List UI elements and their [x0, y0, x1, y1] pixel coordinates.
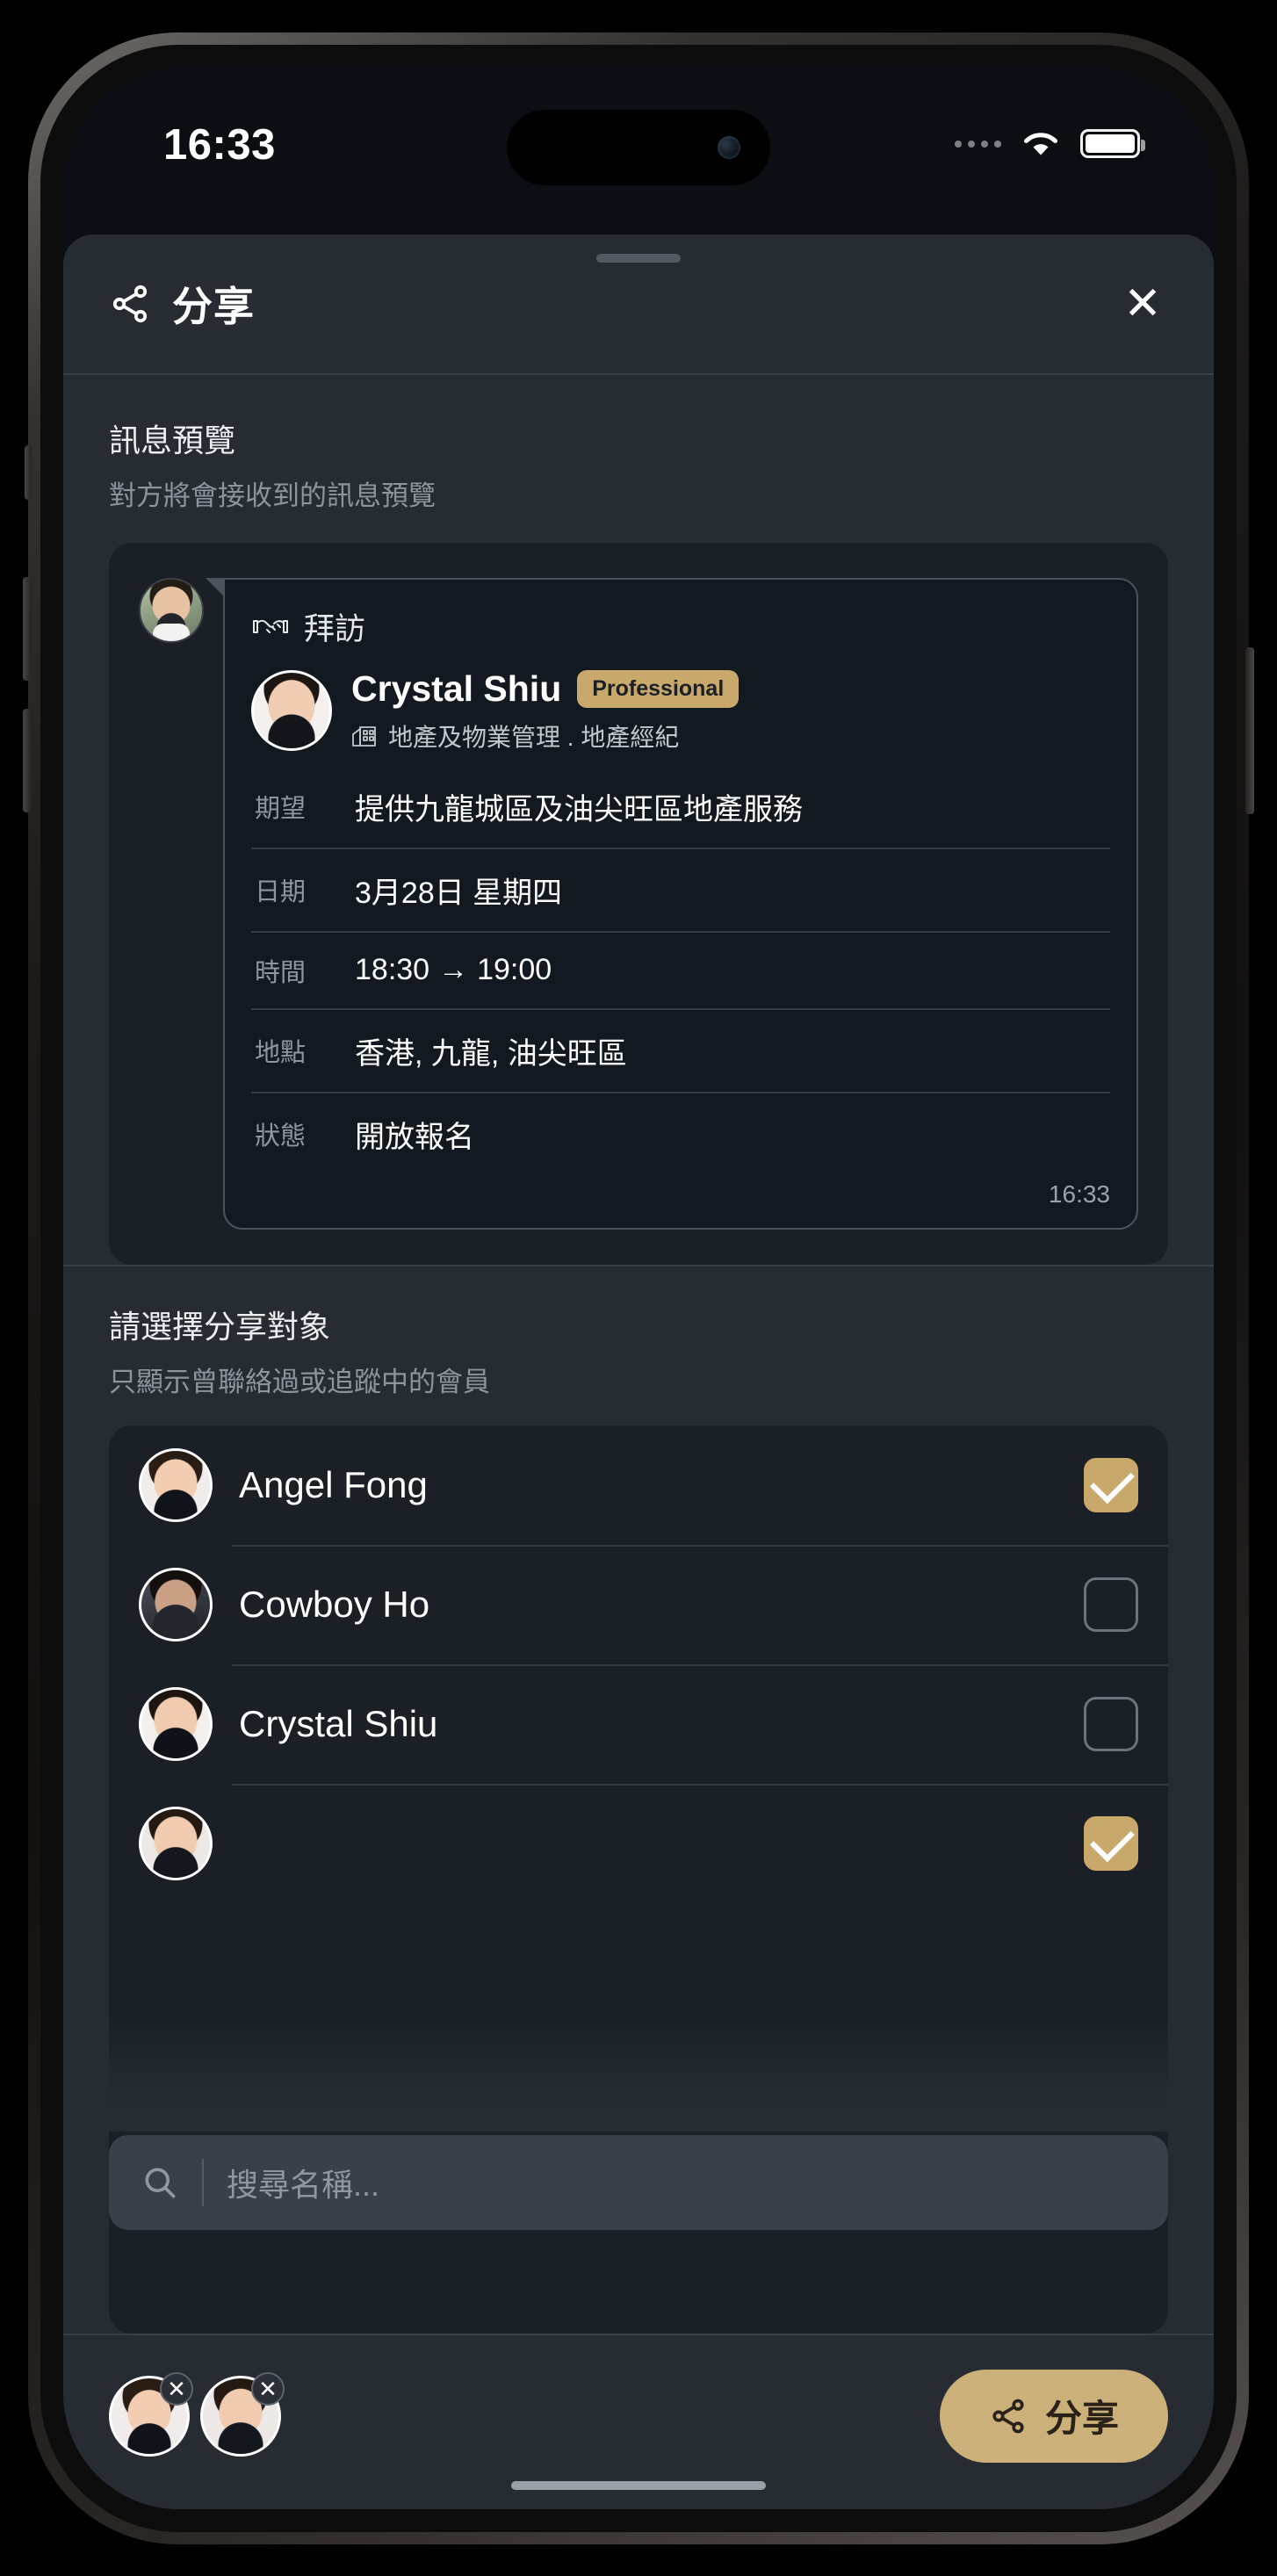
targets-subtitle: 只顯示曾聯絡過或追蹤中的會員	[109, 1366, 490, 1397]
phone-frame: 16:33 分享 ✕ 訊息預覽 對方將會接收到的訊息預覽 拜訪 Crystal …	[23, 32, 1254, 2544]
dynamic-island	[507, 109, 770, 185]
search-container: 搜尋名稱...	[109, 2134, 1168, 2230]
front-camera-icon	[718, 135, 740, 159]
share-targets-section: 請選擇分享對象 只顯示曾聯絡過或追蹤中的會員 Angel Fong Cowboy…	[63, 1264, 1214, 2334]
selected-chip[interactable]: ✕	[109, 2371, 193, 2457]
volume-down-button[interactable]	[23, 708, 32, 812]
silent-switch[interactable]	[25, 444, 32, 500]
detail-row: 地點 香港, 九龍, 油尖旺區	[251, 1007, 1110, 1092]
close-icon[interactable]: ✕	[1117, 278, 1168, 329]
wifi-icon	[1021, 129, 1061, 159]
detail-row: 狀態 開放報名	[251, 1091, 1110, 1175]
selected-chips: ✕ ✕	[109, 2371, 285, 2457]
home-indicator[interactable]	[511, 2480, 766, 2490]
bubble-type-label: 拜訪	[304, 611, 366, 646]
phone-screen: 16:33 分享 ✕ 訊息預覽 對方將會接收到的訊息預覽 拜訪 Crystal …	[63, 67, 1214, 2509]
detail-value: 提供九龍城區及油尖旺區地產服務	[355, 792, 803, 826]
selected-chip[interactable]: ✕	[200, 2371, 285, 2457]
status-time: 16:33	[163, 120, 276, 169]
avatar	[139, 1567, 213, 1642]
detail-row: 期望 提供九龍城區及油尖旺區地產服務	[251, 776, 1110, 848]
member-checkbox[interactable]	[1084, 1815, 1138, 1871]
professional-badge: Professional	[577, 669, 740, 708]
profile-info: Crystal Shiu Professional 地產及物業管理 . 地產經紀	[351, 668, 1110, 754]
share-nodes-icon	[989, 2397, 1028, 2435]
arrow-icon: →	[438, 953, 469, 986]
detail-label: 期望	[255, 795, 307, 823]
status-indicators	[955, 129, 1145, 159]
detail-row: 日期 3月28日 星期四	[251, 847, 1110, 931]
detail-label: 地點	[255, 1039, 307, 1067]
preview-title: 訊息預覽	[109, 422, 236, 458]
detail-value: 開放報名	[355, 1120, 474, 1154]
list-item[interactable]: Cowboy Ho	[109, 1544, 1168, 1664]
list-item[interactable]: Angel Fong	[109, 1425, 1168, 1545]
status-bar: 16:33	[63, 68, 1214, 235]
message-bubble: 拜訪 Crystal Shiu Professional 地產及物業管理 . 地…	[206, 577, 1138, 1230]
share-button-label: 分享	[1044, 2398, 1119, 2439]
search-placeholder: 搜尋名稱...	[227, 2166, 380, 2203]
profile-industry-row: 地產及物業管理 . 地產經紀	[351, 718, 1110, 754]
preview-subtitle: 對方將會接收到的訊息預覽	[109, 480, 436, 511]
profile-avatar	[251, 670, 332, 751]
avatar	[139, 1447, 213, 1522]
remove-chip-icon[interactable]: ✕	[251, 2371, 285, 2406]
detail-value: 18:30 → 19:00	[355, 953, 552, 987]
handshake-icon	[251, 613, 290, 639]
member-checkbox[interactable]	[1084, 1457, 1138, 1512]
detail-label: 狀態	[255, 1122, 307, 1151]
detail-label: 時間	[255, 958, 307, 987]
detail-row: 時間 18:30 → 19:00	[251, 930, 1110, 1008]
message-preview-section: 訊息預覽 對方將會接收到的訊息預覽 拜訪 Crystal Shiu Profes…	[63, 375, 1214, 1265]
bubble-detail-rows: 期望 提供九龍城區及油尖旺區地產服務 日期 3月28日 星期四 時間 18:30…	[251, 776, 1110, 1175]
search-icon	[141, 2163, 179, 2202]
bubble-type-row: 拜訪	[251, 604, 1110, 649]
targets-title: 請選擇分享對象	[109, 1308, 331, 1345]
avatar	[139, 1686, 213, 1761]
list-item[interactable]: Crystal Shiu	[109, 1663, 1168, 1784]
modal-title: 分享	[172, 283, 255, 329]
detail-value: 香港, 九龍, 油尖旺區	[355, 1036, 627, 1071]
share-button[interactable]: 分享	[939, 2369, 1168, 2463]
member-name: Angel Fong	[239, 1463, 428, 1505]
building-icon	[351, 725, 378, 747]
detail-value: 3月28日 星期四	[355, 876, 563, 910]
battery-icon	[1080, 129, 1145, 158]
share-nodes-icon	[109, 283, 151, 325]
chat-preview-area: 拜訪 Crystal Shiu Professional 地產及物業管理 . 地…	[109, 542, 1168, 1265]
remove-chip-icon[interactable]: ✕	[160, 2371, 193, 2406]
member-checkbox[interactable]	[1084, 1577, 1138, 1632]
sheet-drag-handle[interactable]	[596, 253, 681, 263]
list-item[interactable]	[109, 1783, 1168, 1903]
time-end: 19:00	[477, 953, 552, 986]
bubble-profile-row: Crystal Shiu Professional 地產及物業管理 . 地產經紀	[251, 668, 1110, 754]
avatar	[139, 1806, 213, 1880]
search-input[interactable]: 搜尋名稱...	[109, 2134, 1168, 2230]
sender-avatar	[139, 577, 204, 643]
message-timestamp: 16:33	[1048, 1180, 1110, 1208]
member-checkbox[interactable]	[1084, 1696, 1138, 1751]
profile-name: Crystal Shiu	[351, 667, 562, 709]
time-start: 18:30	[355, 953, 430, 986]
power-button[interactable]	[1245, 646, 1254, 814]
share-modal-sheet: 分享 ✕ 訊息預覽 對方將會接收到的訊息預覽 拜訪 Crystal Shiu P…	[63, 234, 1214, 2509]
member-name: Crystal Shiu	[239, 1702, 438, 1744]
profile-industry: 地產及物業管理 . 地產經紀	[388, 723, 680, 751]
detail-label: 日期	[255, 878, 307, 906]
signal-dots-icon	[955, 140, 1001, 148]
volume-up-button[interactable]	[23, 576, 32, 681]
search-divider	[202, 2158, 204, 2206]
member-name: Cowboy Ho	[239, 1583, 430, 1625]
modal-header-left: 分享	[109, 275, 255, 333]
profile-name-row: Crystal Shiu Professional	[351, 668, 1110, 710]
